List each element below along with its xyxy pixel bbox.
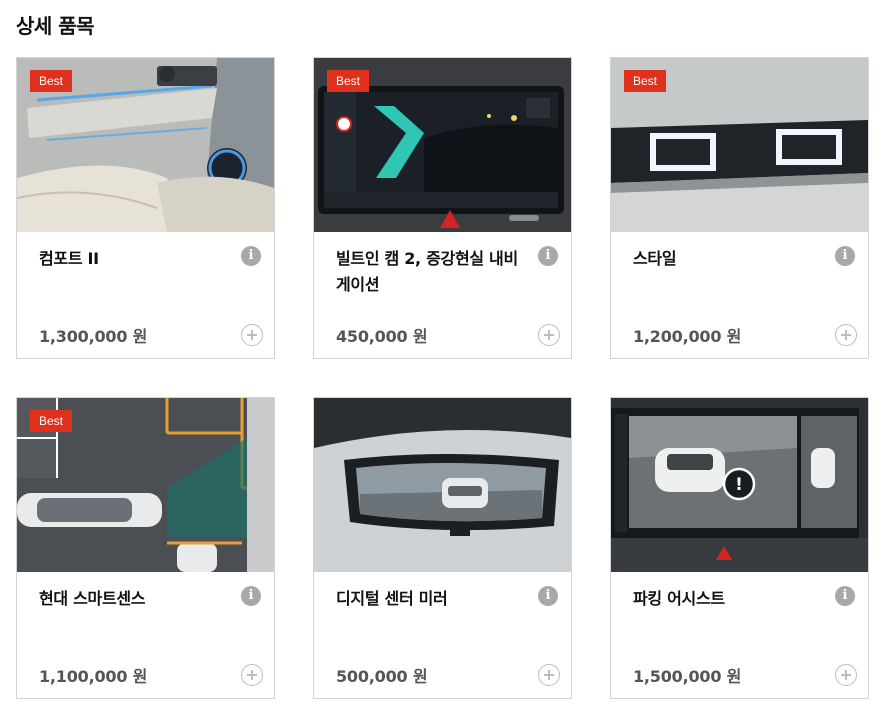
best-badge: Best	[624, 70, 667, 92]
product-card-digital-mirror[interactable]: 디지털 센터 미러 i 500,000 원	[313, 397, 572, 699]
info-icon[interactable]: i	[241, 586, 261, 606]
add-plus-icon[interactable]	[835, 324, 857, 346]
best-badge: Best	[327, 70, 370, 92]
product-card-builtin-cam[interactable]: Best 빌트인 캠 2, 증강현실 내비게이션 i 450,000 원	[313, 57, 572, 359]
product-name: 디지털 센터 미러	[336, 589, 448, 608]
info-icon[interactable]: i	[538, 246, 558, 266]
product-price: 500,000 원	[336, 667, 428, 686]
product-price: 1,200,000 원	[633, 327, 742, 346]
add-plus-icon[interactable]	[241, 324, 263, 346]
info-icon[interactable]: i	[835, 586, 855, 606]
product-image	[314, 398, 571, 572]
product-price: 1,500,000 원	[633, 667, 742, 686]
product-price: 1,300,000 원	[39, 327, 148, 346]
product-price: 450,000 원	[336, 327, 428, 346]
product-image: !	[611, 398, 868, 572]
best-badge: Best	[30, 70, 73, 92]
best-badge: Best	[30, 410, 73, 432]
product-name: 스타일	[633, 249, 677, 268]
section-title: 상세 품목	[16, 14, 95, 38]
product-card-smartsense[interactable]: Best 현대 스마트센스 i 1,100,000 원	[16, 397, 275, 699]
product-card-comfort[interactable]: Best 컴포트 II i 1,300,000 원	[16, 57, 275, 359]
add-plus-icon[interactable]	[538, 324, 560, 346]
svg-text:!: !	[735, 475, 743, 495]
info-icon[interactable]: i	[835, 246, 855, 266]
product-name: 파킹 어시스트	[633, 589, 725, 608]
info-icon[interactable]: i	[538, 586, 558, 606]
product-price: 1,100,000 원	[39, 667, 148, 686]
product-name: 빌트인 캠 2, 증강현실 내비게이션	[336, 249, 518, 294]
product-name: 컴포트 II	[39, 249, 99, 268]
info-icon[interactable]: i	[241, 246, 261, 266]
add-plus-icon[interactable]	[538, 664, 560, 686]
add-plus-icon[interactable]	[835, 664, 857, 686]
product-name: 현대 스마트센스	[39, 589, 146, 608]
add-plus-icon[interactable]	[241, 664, 263, 686]
product-card-style[interactable]: Best 스타일 i 1,200,000 원	[610, 57, 869, 359]
product-card-parking-assist[interactable]: ! 파킹 어시스트 i 1,500,000 원	[610, 397, 869, 699]
